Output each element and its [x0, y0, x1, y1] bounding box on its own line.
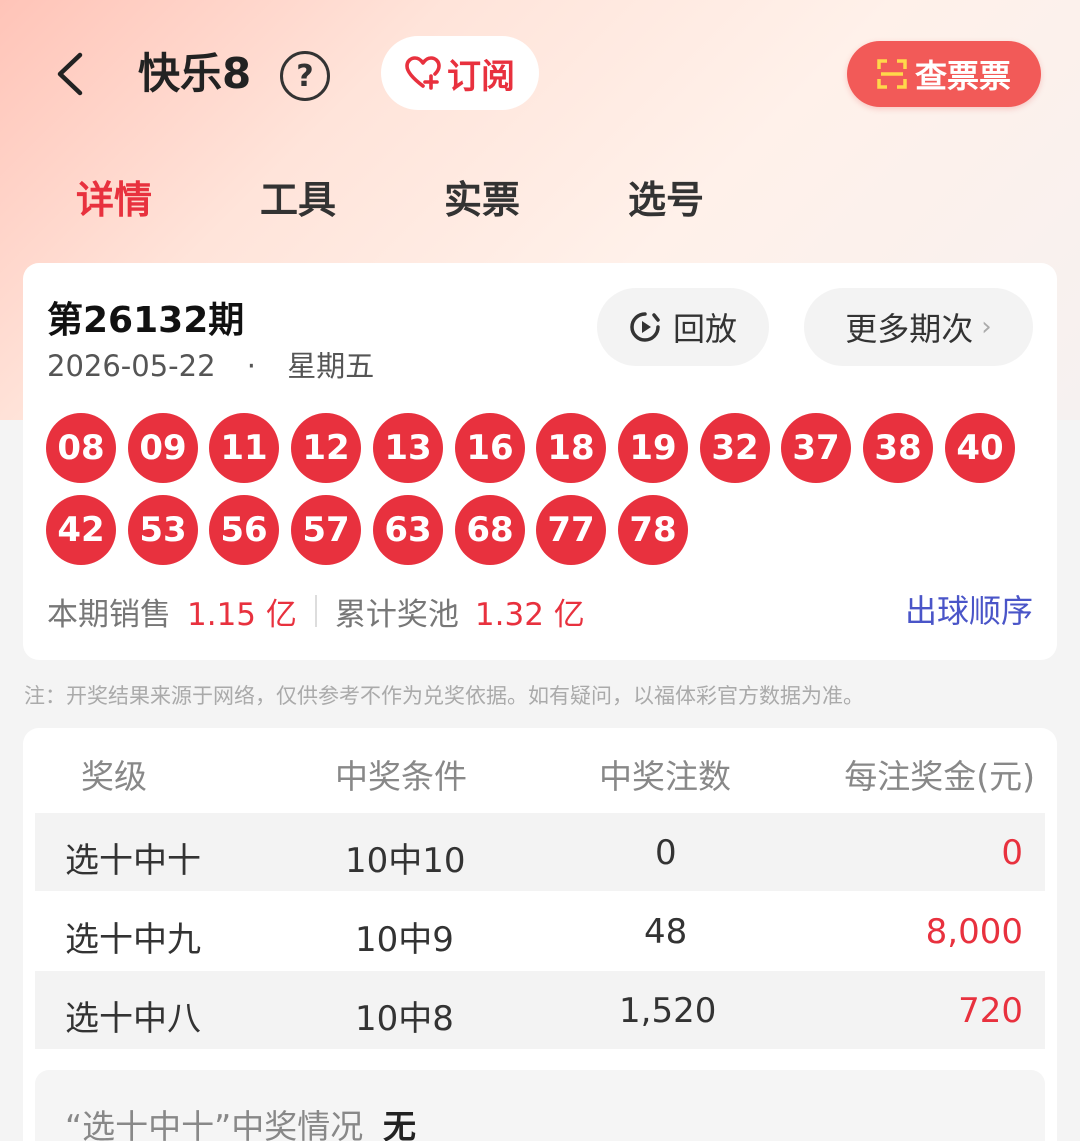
row-amount: 8,000 [925, 912, 1023, 952]
number-ball: 13 [373, 413, 443, 483]
number-ball: 77 [536, 495, 606, 565]
draw-date: 2026-05-22 · 星期五 [47, 343, 374, 385]
draw-weekday: 星期五 [287, 349, 375, 383]
number-ball: 68 [455, 495, 525, 565]
number-ball: 18 [536, 413, 606, 483]
replay-label: 回放 [672, 310, 737, 348]
pool-label: 累计奖池 [334, 596, 459, 633]
number-ball: 40 [945, 413, 1015, 483]
header-level: 奖级 [81, 757, 147, 796]
header-count: 中奖注数 [599, 757, 731, 796]
table-row: 选十中八 10中8 1,520 720 [35, 971, 1045, 1049]
replay-button[interactable]: 回放 [597, 288, 769, 366]
tab-bar: 详情 工具 实票 选号 [0, 172, 1080, 232]
number-ball: 57 [291, 495, 361, 565]
chevron-left-icon [57, 52, 83, 96]
number-ball: 42 [46, 495, 116, 565]
divider [314, 595, 317, 627]
question-mark-icon: ? [296, 58, 314, 94]
summary-value: 无 [383, 1107, 416, 1141]
disclaimer-note: 注：开奖结果来源于网络，仅供参考不作为兑奖依据。如有疑问，以福体彩官方数据为准。 [24, 684, 864, 708]
number-ball: 37 [781, 413, 851, 483]
row-amount: 0 [1001, 833, 1023, 873]
issue-number: 第26132期 [47, 300, 245, 341]
draw-order-link[interactable]: 出球顺序 [905, 586, 1033, 636]
row-level: 选十中十 [65, 841, 201, 881]
row-condition: 10中8 [355, 999, 454, 1039]
number-ball: 16 [455, 413, 525, 483]
row-condition: 10中9 [355, 920, 454, 960]
chevron-right-icon: › [981, 312, 992, 342]
row-level: 选十中八 [65, 999, 201, 1039]
number-ball: 63 [373, 495, 443, 565]
number-ball: 08 [46, 413, 116, 483]
number-ball: 09 [128, 413, 198, 483]
header-condition: 中奖条件 [335, 757, 467, 796]
row-count: 0 [655, 833, 677, 873]
date-separator: · [246, 349, 256, 383]
tab-tools[interactable]: 工具 [260, 172, 336, 228]
number-ball: 11 [209, 413, 279, 483]
number-ball: 56 [209, 495, 279, 565]
table-row: 选十中十 10中10 0 0 [35, 813, 1045, 891]
check-ticket-button[interactable]: 查票票 [847, 41, 1041, 107]
check-ticket-label: 查票票 [914, 57, 1011, 95]
draw-date-value: 2026-05-22 [47, 349, 216, 383]
scan-icon [877, 59, 907, 89]
row-level: 选十中九 [65, 920, 201, 960]
number-ball: 53 [128, 495, 198, 565]
number-ball: 12 [291, 413, 361, 483]
prize-table-header: 奖级 中奖条件 中奖注数 每注奖金(元) [23, 738, 1057, 808]
subscribe-button[interactable]: 订阅 [381, 36, 539, 110]
header-amount: 每注奖金(元) [844, 757, 1035, 796]
replay-icon [630, 312, 660, 342]
row-count: 48 [644, 912, 688, 952]
page-title: 快乐8 [138, 49, 252, 98]
sales-value: 1.15 亿 [187, 596, 297, 633]
number-ball: 19 [618, 413, 688, 483]
subscribe-label: 订阅 [447, 56, 515, 97]
number-ball: 38 [863, 413, 933, 483]
app-header: 快乐8 ? 订阅 查票票 [0, 30, 1080, 120]
pool-value: 1.32 亿 [474, 596, 585, 633]
row-condition: 10中10 [345, 841, 466, 881]
number-ball: 78 [618, 495, 688, 565]
tab-pick-numbers[interactable]: 选号 [628, 172, 704, 228]
number-ball: 32 [700, 413, 770, 483]
tab-real-tickets[interactable]: 实票 [444, 172, 520, 228]
sales-info: 本期销售 1.15 亿 累计奖池 1.32 亿 [47, 586, 1037, 636]
sales-label: 本期销售 [47, 596, 171, 633]
more-issues-label: 更多期次 [845, 310, 974, 348]
summary-label: “选十中十”中奖情况 [65, 1107, 364, 1141]
table-row: 选十中九 10中9 48 8,000 [35, 892, 1045, 970]
draw-result-card: 第26132期 2026-05-22 · 星期五 回放 更多期次 › 08 09 1… [23, 263, 1057, 660]
back-button[interactable] [44, 44, 94, 104]
help-button[interactable]: ? [280, 51, 330, 101]
tab-details[interactable]: 详情 [76, 172, 152, 228]
more-issues-button[interactable]: 更多期次 › [804, 288, 1033, 366]
row-amount: 720 [958, 991, 1023, 1031]
top-prize-summary: “选十中十”中奖情况 无 [35, 1070, 1045, 1141]
row-count: 1,520 [619, 991, 717, 1031]
heart-plus-icon [405, 56, 441, 90]
prize-table: 奖级 中奖条件 中奖注数 每注奖金(元) 选十中十 10中10 0 0 选十中九… [23, 728, 1057, 1141]
